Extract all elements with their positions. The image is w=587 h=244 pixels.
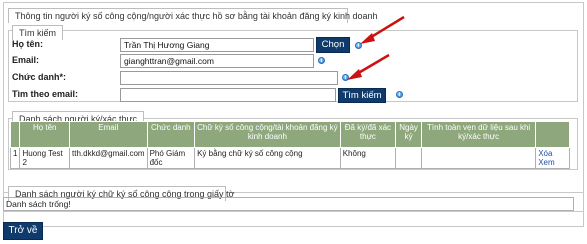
column-header: Email xyxy=(69,121,148,148)
row-index: 1 xyxy=(9,147,21,169)
email-label: Email: xyxy=(12,55,40,65)
email-field[interactable]: gianghttran@gmail.com xyxy=(120,54,314,68)
name-field[interactable]: Trần Thị Hương Giang xyxy=(120,38,314,52)
column-header: Đã ký/đã xác thực xyxy=(339,121,397,148)
actions-column-header xyxy=(535,121,570,148)
column-header: Ngày ký xyxy=(395,121,423,148)
column-header: Chữ ký số công cộng/tài khoản đăng ký ki… xyxy=(194,121,341,148)
info-help-icon[interactable]: i xyxy=(318,57,325,64)
search-button[interactable]: Tìm kiếm xyxy=(338,88,386,103)
column-header: Chức danh xyxy=(146,121,196,148)
signer-signature-type: Ký bằng chữ ký số công cộng xyxy=(194,147,341,169)
red-pointer-arrow-icon xyxy=(347,53,390,80)
signer-email: tth.dkkd@gmail.com xyxy=(69,147,148,169)
signer-integrity xyxy=(421,147,537,169)
empty-list-message: Danh sách trống! xyxy=(3,197,574,211)
signer-signed-status: Không xyxy=(339,147,397,169)
red-pointer-arrow-icon xyxy=(360,15,405,44)
position-field[interactable] xyxy=(120,71,338,85)
column-header: Họ tên xyxy=(19,121,70,148)
index-column-header xyxy=(9,121,21,148)
back-button[interactable]: Trở về xyxy=(3,222,43,240)
row-actions: Xóa Xem xyxy=(535,147,570,169)
search-legend: Tìm kiếm xyxy=(12,25,63,40)
signers-table: Họ tên Email Chức danh Chữ ký số công cộ… xyxy=(9,121,570,169)
find-by-email-label: Tìm theo email: xyxy=(12,89,79,99)
find-by-email-field[interactable] xyxy=(120,88,336,102)
choose-button[interactable]: Chọn xyxy=(316,37,350,53)
signer-sign-date xyxy=(395,147,423,169)
panel-title: Thông tin người ký số công cộng/người xá… xyxy=(8,8,378,23)
name-label: Họ tên: xyxy=(12,39,43,49)
signer-name: Huong Test 2 xyxy=(19,147,70,169)
delete-link[interactable]: Xóa xyxy=(538,149,552,158)
view-link[interactable]: Xem xyxy=(538,158,554,167)
column-header: Tình toàn vẹn dữ liệu sau khi ký/xác thự… xyxy=(421,121,537,148)
position-label: Chức danh*: xyxy=(12,72,67,82)
table-row: 1 Huong Test 2 tth.dkkd@gmail.com Phó Gi… xyxy=(9,147,570,169)
signer-position: Phó Giám đốc xyxy=(146,147,196,169)
info-help-icon[interactable]: i xyxy=(396,91,403,98)
table-header-row: Họ tên Email Chức danh Chữ ký số công cộ… xyxy=(9,121,570,148)
